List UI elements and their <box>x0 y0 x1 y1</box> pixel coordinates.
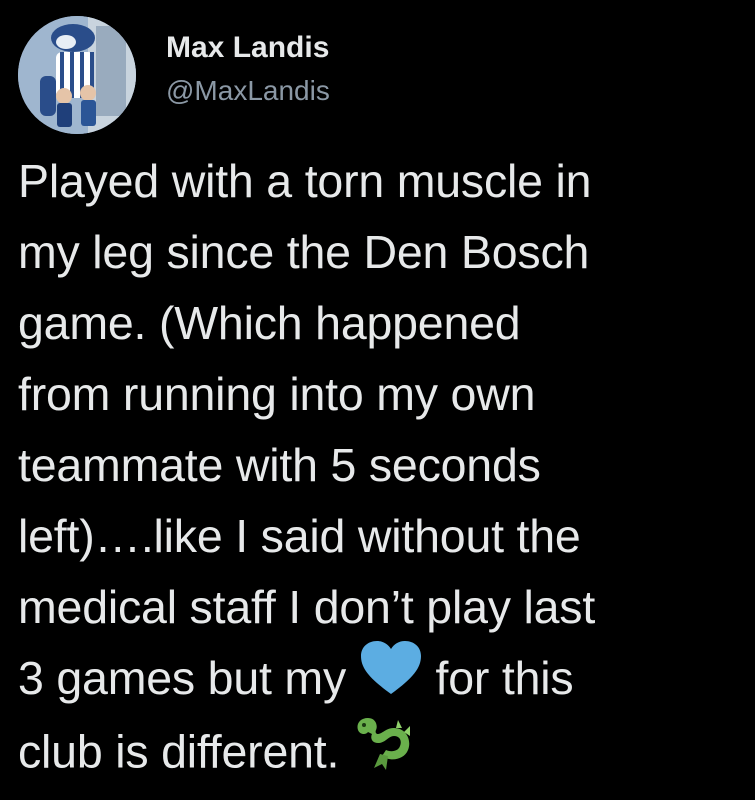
tweet-line-part: for this <box>435 652 574 704</box>
tweet-text: Played with a torn muscle in my leg sinc… <box>18 146 748 785</box>
tweet-line: game. (Which happened <box>18 297 521 349</box>
tweet-line: medical staff I don’t play last <box>18 581 596 633</box>
display-name[interactable]: Max Landis <box>166 30 330 66</box>
tweet-line: teammate with 5 seconds <box>18 439 541 491</box>
dragon-icon <box>352 710 414 792</box>
tweet-header: Max Landis @MaxLandis <box>18 16 738 136</box>
tweet-line: from running into my own <box>18 368 536 420</box>
tweet-line: left)….like I said without the <box>18 510 581 562</box>
tweet-line-with-emoji: 3 games but my for this <box>18 640 748 716</box>
tweet-line-part: club is different. <box>18 725 340 778</box>
user-info: Max Landis @MaxLandis <box>166 30 330 108</box>
avatar[interactable] <box>18 16 136 134</box>
blue-heart-icon <box>359 640 423 716</box>
tweet-line: Played with a torn muscle in <box>18 155 592 207</box>
user-handle[interactable]: @MaxLandis <box>166 74 330 108</box>
tweet-line-with-emoji: club is different. <box>18 714 748 785</box>
tweet-line-part: 3 games but my <box>18 652 347 704</box>
tweet-line: my leg since the Den Bosch <box>18 226 590 278</box>
